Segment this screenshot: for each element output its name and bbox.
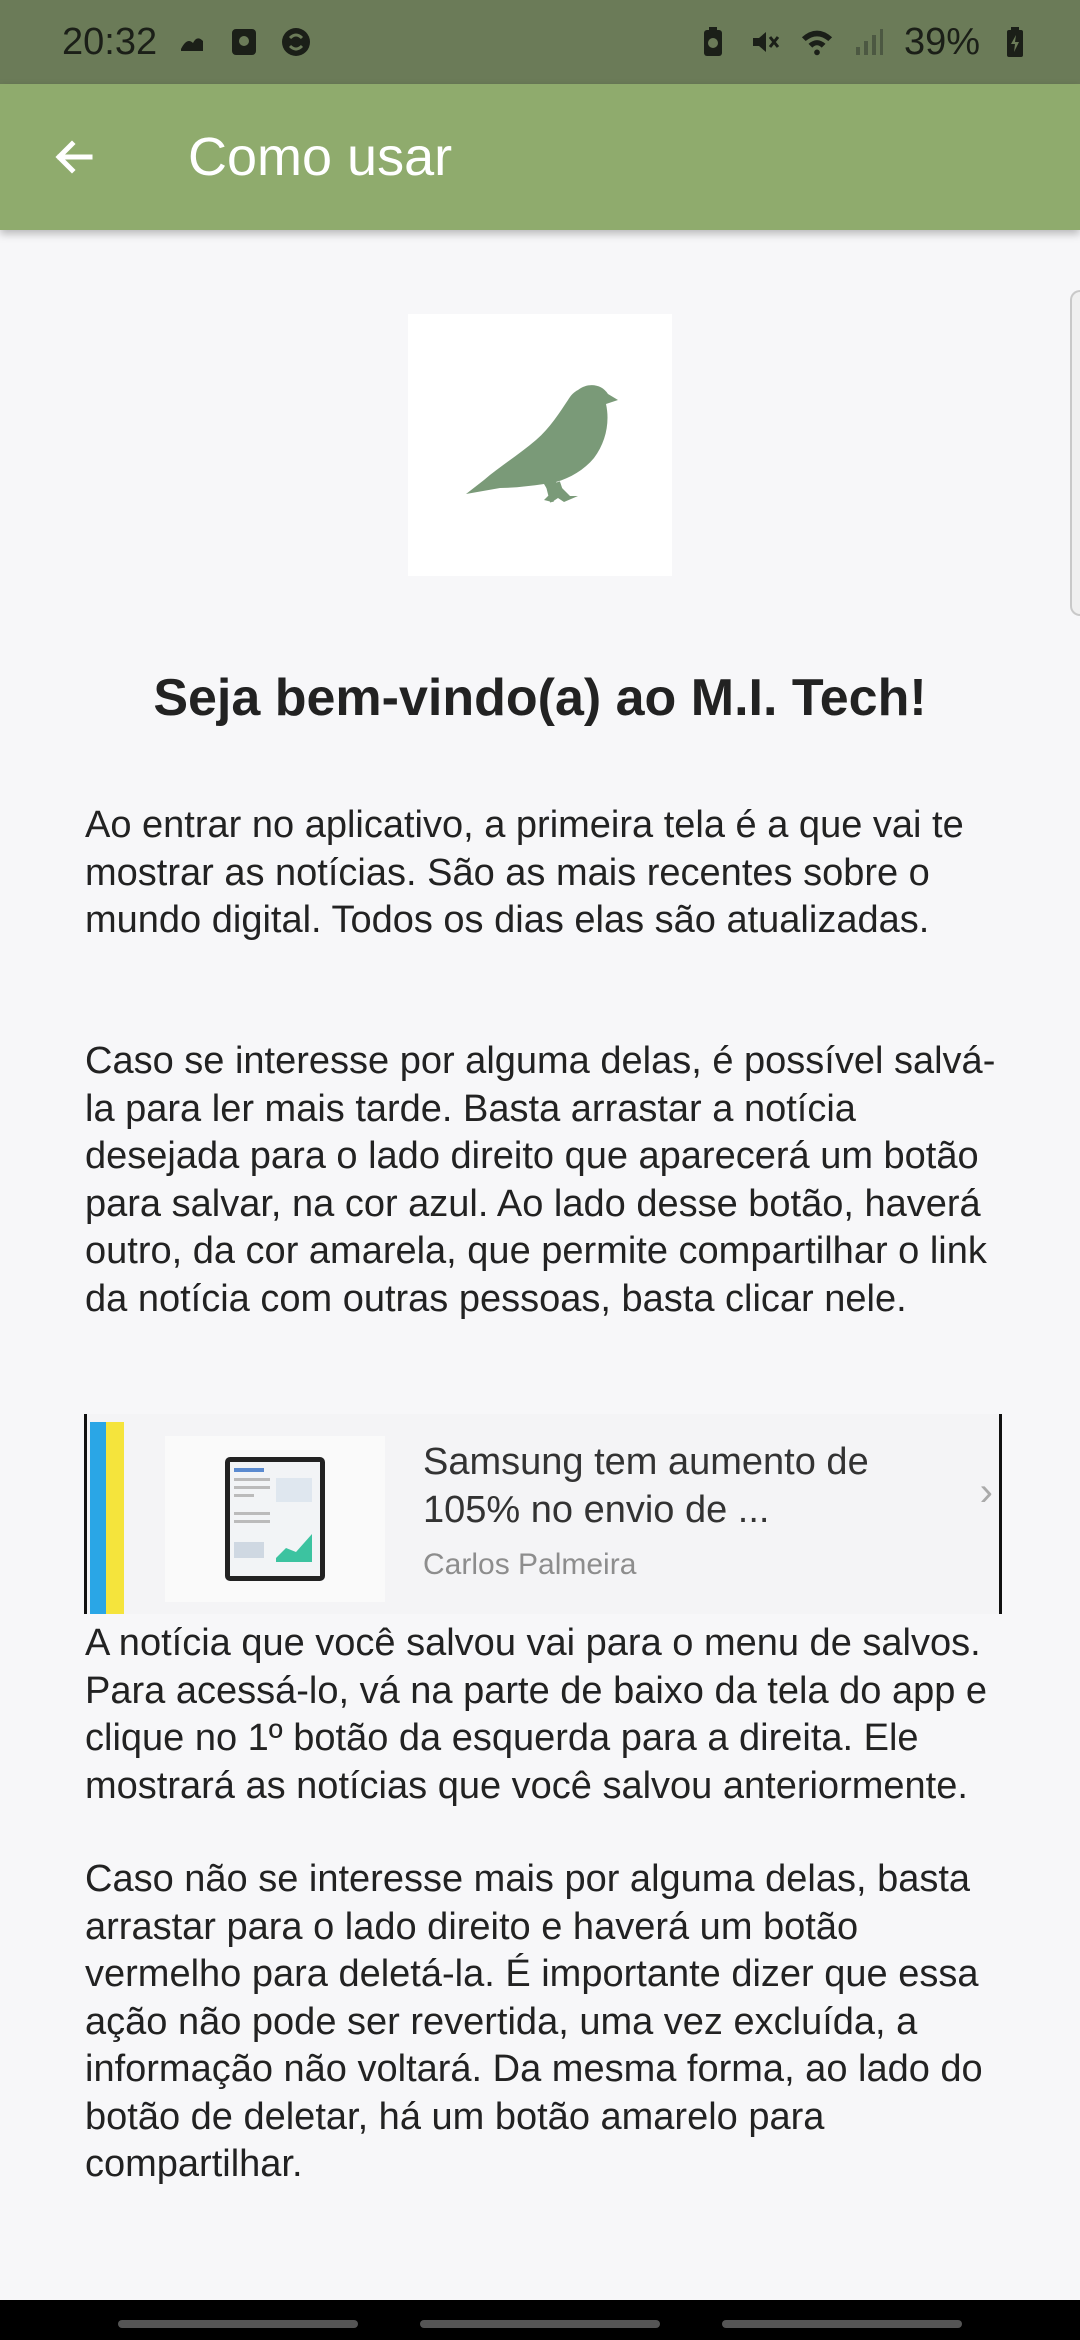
- delete-paragraph: Caso não se interesse mais por alguma de…: [85, 1858, 983, 2185]
- welcome-heading: Seja bem-vindo(a) ao M.I. Tech!: [153, 669, 927, 727]
- nav-back-pill[interactable]: [722, 2320, 962, 2328]
- tablet-image: [225, 1457, 325, 1581]
- battery-percent: 39%: [903, 20, 980, 63]
- wifi-icon: [800, 25, 834, 59]
- example-news-card[interactable]: Samsung tem aumento de 105% no envio de …: [84, 1414, 1002, 1614]
- page-title: Como usar: [188, 127, 453, 187]
- sleep-icon: [175, 25, 209, 59]
- app-bar: Como usar: [0, 84, 1080, 230]
- status-right: 39%: [696, 21, 1032, 64]
- news-headline: Samsung tem aumento de 105% no envio de …: [423, 1441, 869, 1531]
- nav-home-pill[interactable]: [420, 2320, 660, 2328]
- chevron-right-icon: ›: [979, 1470, 993, 1514]
- save-action-stripe[interactable]: [90, 1422, 106, 1614]
- system-nav-bar: [0, 2300, 1080, 2340]
- nav-recents-pill[interactable]: [118, 2320, 358, 2328]
- app-logo: [408, 314, 672, 576]
- save-share-paragraph: Caso se interesse por alguma delas, é po…: [85, 1040, 996, 1320]
- app-square-icon: [227, 25, 261, 59]
- share-action-stripe[interactable]: [106, 1422, 124, 1614]
- help-content[interactable]: Seja bem-vindo(a) ao M.I. Tech! Ao entra…: [0, 230, 1080, 2300]
- scrollbar[interactable]: [1070, 290, 1080, 616]
- mute-icon: [748, 25, 782, 59]
- status-left: 20:32: [62, 21, 313, 64]
- crow-icon: [466, 385, 618, 503]
- status-time: 20:32: [62, 20, 158, 63]
- battery-saver-icon: [696, 25, 730, 59]
- saved-menu-paragraph: A notícia que você salvou vai para o men…: [85, 1622, 988, 1807]
- battery-icon: [998, 25, 1032, 59]
- arrow-left-icon: [55, 140, 93, 174]
- signal-icon: [852, 25, 886, 59]
- intro-paragraph: Ao entrar no aplicativo, a primeira tela…: [85, 804, 964, 941]
- status-bar: 20:32 39%: [0, 0, 1080, 84]
- back-button[interactable]: [34, 117, 114, 197]
- news-thumbnail: [165, 1436, 385, 1602]
- news-author: Carlos Palmeira: [423, 1548, 637, 1581]
- sync-icon: [279, 25, 313, 59]
